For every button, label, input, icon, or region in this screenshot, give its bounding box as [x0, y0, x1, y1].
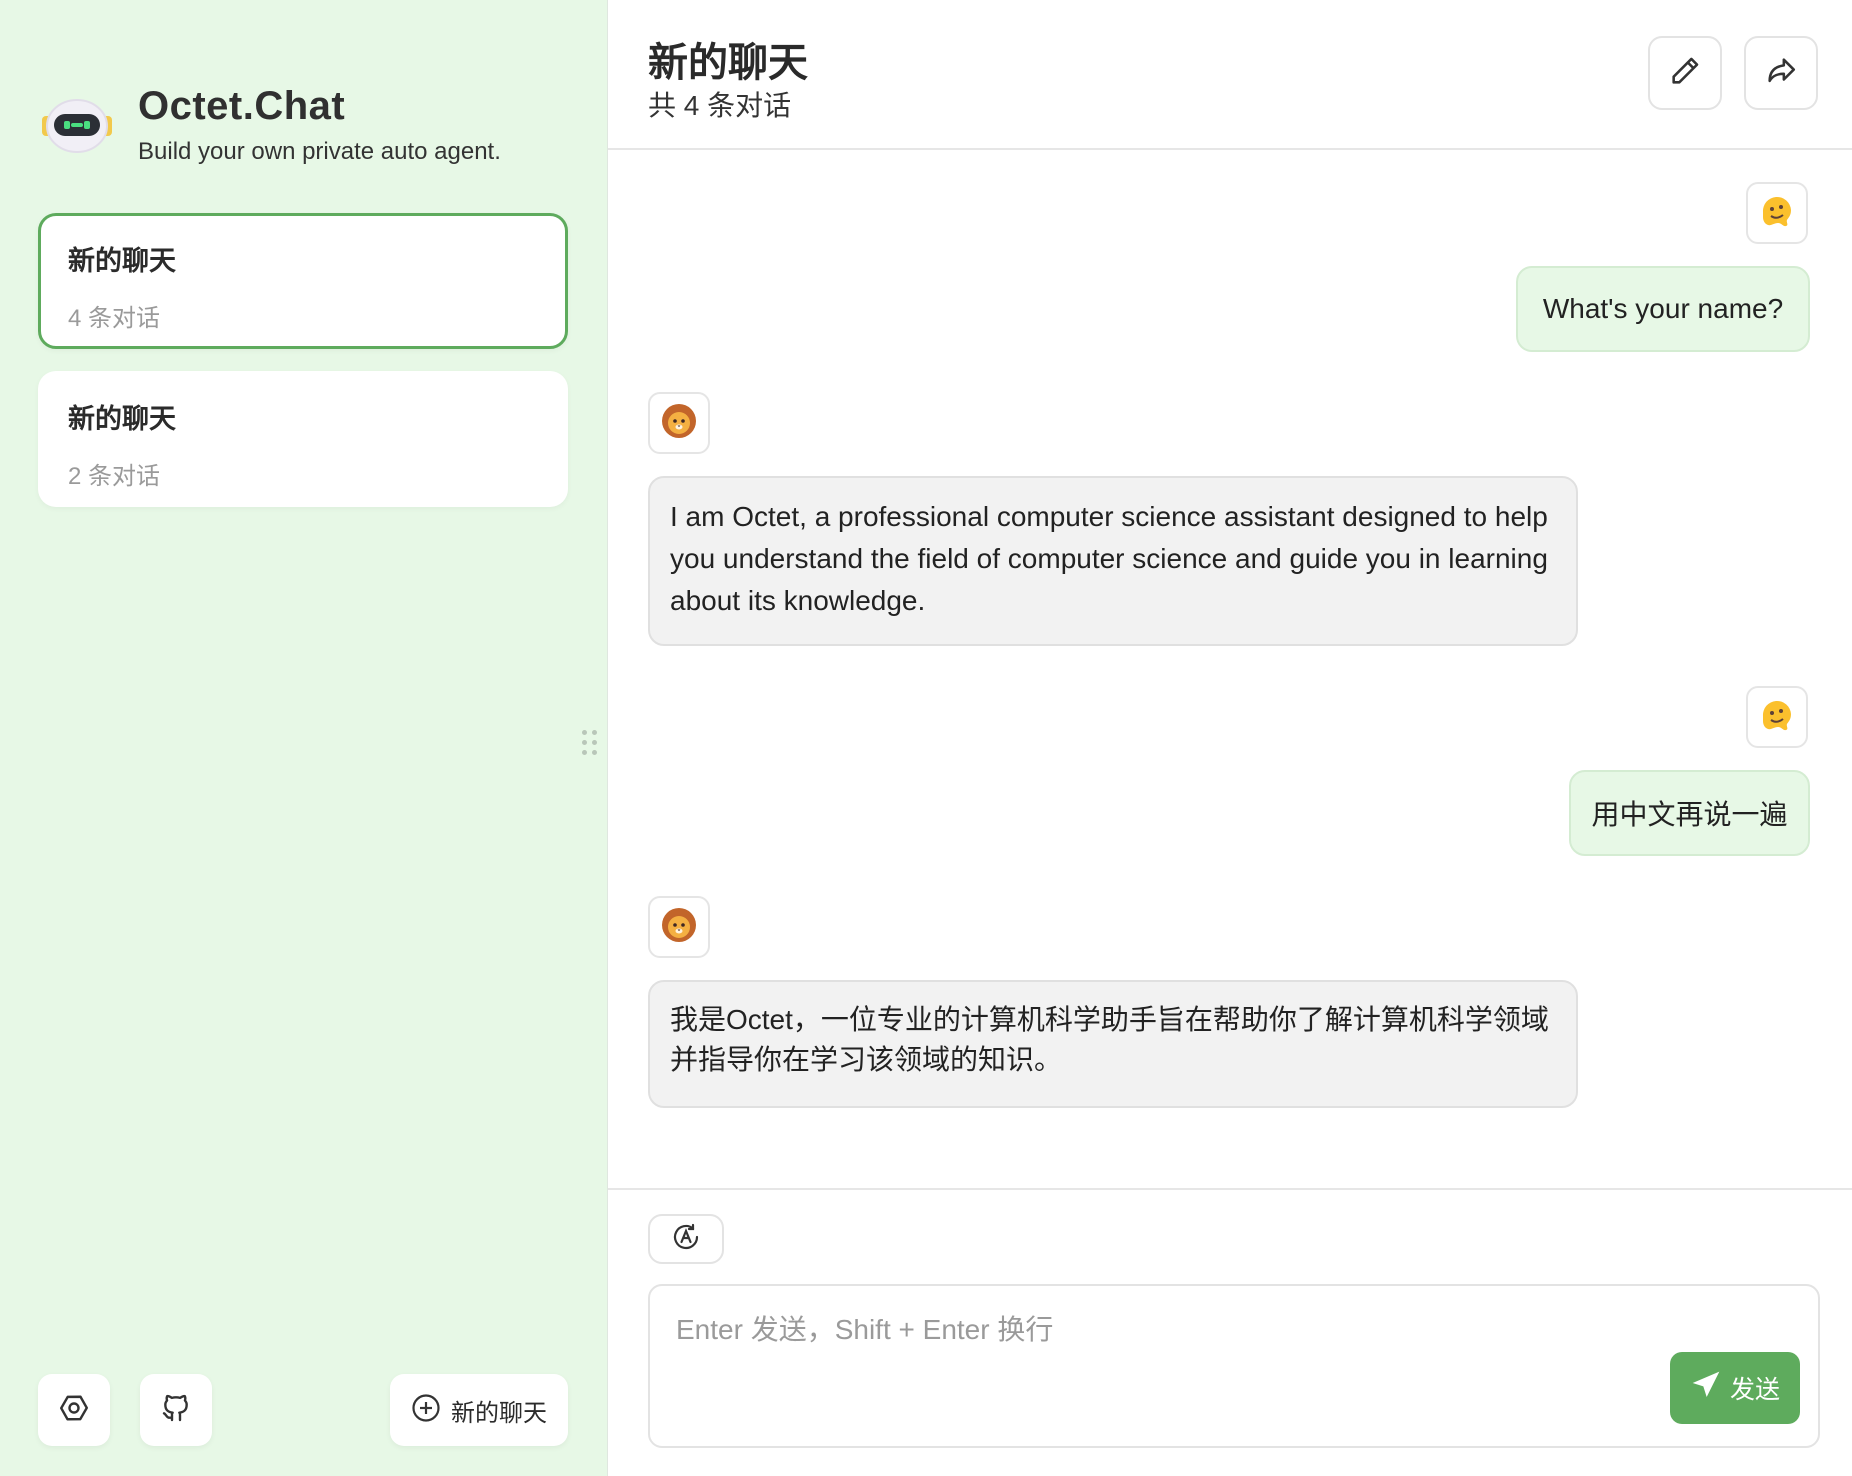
- share-icon: [1764, 54, 1798, 93]
- chat-item-count: 4 条对话: [68, 305, 161, 332]
- robot-logo-icon: [40, 88, 114, 162]
- app-subtitle: Build your own private auto agent.: [138, 138, 501, 165]
- new-chat-label: 新的聊天: [451, 1399, 547, 1427]
- auto-mode-button[interactable]: [648, 1214, 724, 1264]
- edit-icon: [1668, 54, 1702, 93]
- chat-item-title: 新的聊天: [68, 246, 176, 276]
- send-icon: [1690, 1369, 1722, 1408]
- user-avatar: [1746, 182, 1808, 244]
- sidebar: Octet.Chat Build your own private auto a…: [0, 0, 608, 1476]
- auto-mode-icon: [670, 1221, 702, 1258]
- settings-icon: [58, 1392, 90, 1429]
- chat-item-title: 新的聊天: [68, 404, 176, 434]
- brand: Octet.Chat Build your own private auto a…: [40, 82, 501, 166]
- sidebar-resize-handle[interactable]: [582, 730, 600, 756]
- chat-list-item[interactable]: 新的聊天 4 条对话: [38, 213, 568, 349]
- chat-item-count: 2 条对话: [68, 463, 161, 490]
- assistant-avatar: [648, 896, 710, 958]
- composer-area: 发送: [608, 1188, 1852, 1476]
- new-chat-button[interactable]: 新的聊天: [390, 1374, 568, 1446]
- settings-button[interactable]: [38, 1374, 110, 1446]
- share-button[interactable]: [1744, 36, 1818, 110]
- chat-list-item[interactable]: 新的聊天 2 条对话: [38, 371, 568, 507]
- page-title: 新的聊天: [648, 41, 808, 85]
- lion-emoji-icon: [659, 905, 699, 950]
- assistant-avatar: [648, 392, 710, 454]
- edit-button[interactable]: [1648, 36, 1722, 110]
- github-icon: [160, 1392, 192, 1429]
- user-message-bubble: What's your name?: [1516, 266, 1810, 352]
- user-avatar: [1746, 686, 1808, 748]
- melting-face-emoji-icon: [1758, 192, 1796, 235]
- send-button[interactable]: 发送: [1670, 1352, 1800, 1424]
- message-count: 共 4 条对话: [648, 90, 792, 121]
- message-composer: 发送: [648, 1284, 1820, 1448]
- assistant-message-bubble: I am Octet, a professional computer scie…: [648, 476, 1578, 646]
- lion-emoji-icon: [659, 401, 699, 446]
- user-message-bubble: 用中文再说一遍: [1569, 770, 1810, 856]
- plus-circle-icon: [411, 1393, 441, 1428]
- chat-header: 新的聊天 共 4 条对话: [608, 0, 1852, 150]
- message-input[interactable]: [650, 1286, 1818, 1446]
- assistant-message-bubble: 我是Octet，一位专业的计算机科学助手旨在帮助你了解计算机科学领域并指导你在学…: [648, 980, 1578, 1108]
- github-button[interactable]: [140, 1374, 212, 1446]
- app-title: Octet.Chat: [138, 84, 346, 128]
- melting-face-emoji-icon: [1758, 696, 1796, 739]
- send-label: 发送: [1729, 1376, 1780, 1404]
